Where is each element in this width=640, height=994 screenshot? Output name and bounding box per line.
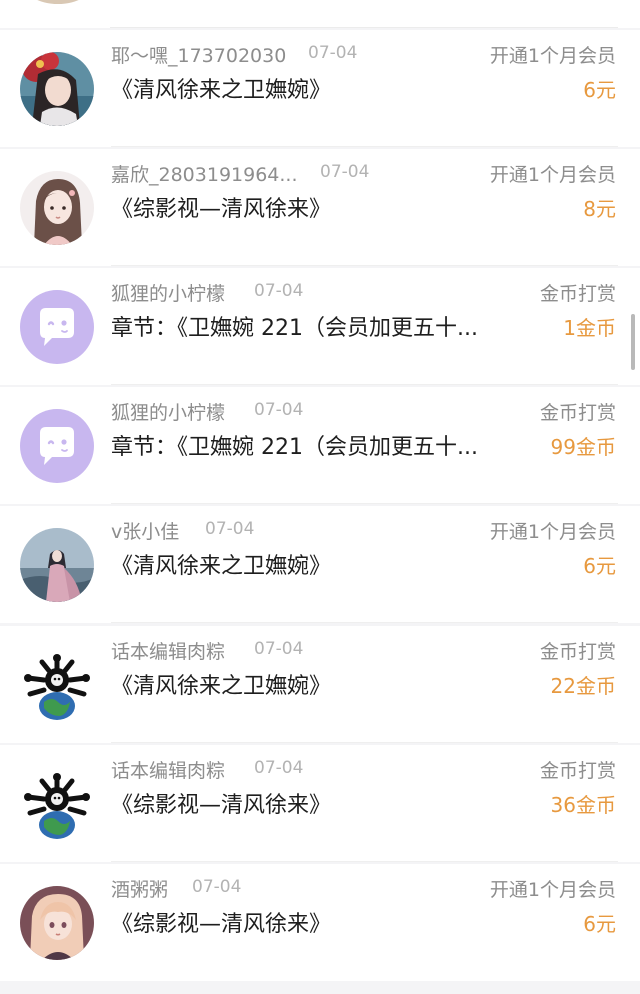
- book-title[interactable]: 《综影视—清风徐来》: [111, 191, 331, 223]
- reward-type: 开通1个月会员: [489, 879, 616, 901]
- partial-list-item[interactable]: [0, 0, 640, 28]
- user-name[interactable]: 耶～嘿_173702030: [111, 41, 286, 68]
- list-item[interactable]: 狐狸的小柠檬 07-04 金币打赏 章节：《卫嫵婉 221（会员加更五十... …: [0, 387, 640, 504]
- chapter-title[interactable]: 章节：《卫嫵婉 221（会员加更五十...: [111, 429, 478, 461]
- reward-type: 开通1个月会员: [489, 164, 616, 186]
- list-item[interactable]: v张小佳 07-04 开通1个月会员 《清风徐来之卫嫵婉》 6元: [0, 506, 640, 623]
- date: 07-04: [320, 162, 370, 182]
- reward-type: 金币打赏: [539, 402, 616, 424]
- reward-amount: 6元: [583, 78, 616, 102]
- divider: [110, 27, 618, 28]
- avatar[interactable]: [20, 767, 94, 841]
- book-title[interactable]: 《清风徐来之卫嫵婉》: [111, 548, 331, 580]
- book-title[interactable]: 《清风徐来之卫嫵婉》: [111, 668, 331, 700]
- divider: [111, 384, 618, 385]
- date: 07-04: [254, 758, 304, 778]
- avatar-sketch-girl-icon: [20, 171, 94, 245]
- divider: [111, 146, 618, 147]
- date: 07-04: [192, 877, 242, 897]
- user-name[interactable]: 嘉欣_2803191964...: [111, 160, 298, 187]
- avatar-purple-chat-icon: [20, 409, 94, 483]
- user-name[interactable]: 话本编辑肉粽: [111, 756, 225, 783]
- list-item[interactable]: 话本编辑肉粽 07-04 金币打赏 《综影视—清风徐来》 36金币: [0, 745, 640, 862]
- user-name[interactable]: 狐狸的小柠檬: [111, 279, 225, 306]
- reward-amount: 36金币: [550, 793, 616, 817]
- reward-type: 开通1个月会员: [489, 45, 616, 67]
- avatar: [22, 0, 94, 4]
- reward-amount: 8元: [583, 197, 616, 221]
- divider: [111, 861, 618, 862]
- reward-list: 耶～嘿_173702030 07-04 开通1个月会员 《清风徐来之卫嫵婉》 6…: [0, 0, 640, 994]
- book-title[interactable]: 《清风徐来之卫嫵婉》: [111, 72, 331, 104]
- divider: [111, 265, 618, 266]
- avatar[interactable]: [20, 409, 94, 483]
- date: 07-04: [254, 639, 304, 659]
- user-name[interactable]: 狐狸的小柠檬: [111, 398, 225, 425]
- reward-amount: 1金币: [563, 316, 616, 340]
- avatar-hanfu-girl-icon: [20, 528, 94, 602]
- book-title[interactable]: 《综影视—清风徐来》: [111, 906, 331, 938]
- chapter-title[interactable]: 章节：《卫嫵婉 221（会员加更五十...: [111, 310, 478, 342]
- list-item[interactable]: 酒粥粥 07-04 开通1个月会员 《综影视—清风徐来》 6元: [0, 864, 640, 981]
- user-name[interactable]: v张小佳: [111, 517, 179, 544]
- avatar-red-hair-girl-icon: [20, 52, 94, 126]
- user-name[interactable]: 话本编辑肉粽: [111, 637, 225, 664]
- divider: [111, 742, 618, 743]
- reward-amount: 6元: [583, 554, 616, 578]
- list-item[interactable]: 狐狸的小柠檬 07-04 金币打赏 章节：《卫嫵婉 221（会员加更五十... …: [0, 268, 640, 385]
- date: 07-04: [205, 519, 255, 539]
- reward-type: 金币打赏: [539, 641, 616, 663]
- list-item[interactable]: 嘉欣_2803191964... 07-04 开通1个月会员 《综影视—清风徐来…: [0, 149, 640, 266]
- avatar[interactable]: [20, 528, 94, 602]
- book-title[interactable]: 《综影视—清风徐来》: [111, 787, 331, 819]
- reward-amount: 6元: [583, 912, 616, 936]
- reward-type: 金币打赏: [539, 760, 616, 782]
- list-item[interactable]: 话本编辑肉粽 07-04 金币打赏 《清风徐来之卫嫵婉》 22金币: [0, 626, 640, 743]
- avatar-planet-creature-icon: [20, 767, 94, 841]
- avatar[interactable]: [20, 886, 94, 960]
- avatar[interactable]: [20, 648, 94, 722]
- date: 07-04: [254, 281, 304, 301]
- reward-type: 开通1个月会员: [489, 521, 616, 543]
- avatar-planet-creature-icon: [20, 648, 94, 722]
- avatar[interactable]: [20, 290, 94, 364]
- avatar-anime-girl-icon: [20, 886, 94, 960]
- reward-type: 金币打赏: [539, 283, 616, 305]
- list-item[interactable]: 耶～嘿_173702030 07-04 开通1个月会员 《清风徐来之卫嫵婉》 6…: [0, 30, 640, 147]
- scrollbar[interactable]: [631, 314, 635, 370]
- user-name[interactable]: 酒粥粥: [111, 875, 168, 902]
- date: 07-04: [308, 43, 358, 63]
- avatar[interactable]: [20, 171, 94, 245]
- avatar-purple-chat-icon: [20, 290, 94, 364]
- avatar[interactable]: [20, 52, 94, 126]
- reward-amount: 99金币: [550, 435, 616, 459]
- date: 07-04: [254, 400, 304, 420]
- reward-amount: 22金币: [550, 674, 616, 698]
- divider: [111, 622, 618, 623]
- divider: [111, 503, 618, 504]
